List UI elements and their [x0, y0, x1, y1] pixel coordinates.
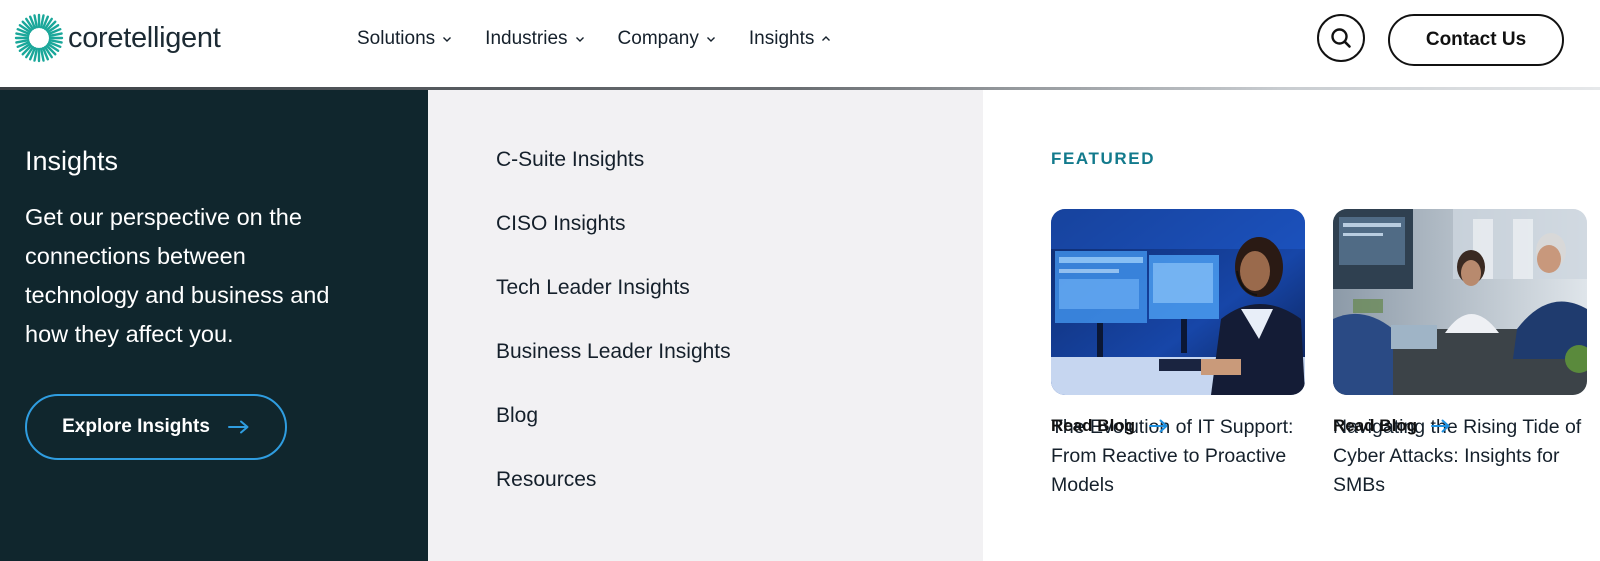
- nav-industries-label: Industries: [485, 28, 568, 49]
- featured-panel: FEATURED The Evolution of IT Support: Fr…: [983, 90, 1600, 561]
- brand-name: coretelligent: [68, 21, 221, 54]
- search-icon: [1331, 28, 1351, 48]
- read-blog-label-1: Read Blog: [1051, 416, 1136, 435]
- explore-insights-button[interactable]: Explore Insights: [25, 394, 287, 460]
- insights-intro-panel: Insights Get our perspective on the conn…: [0, 90, 428, 561]
- chevron-down-icon: [575, 37, 584, 42]
- insights-links-panel: C-Suite Insights CISO Insights Tech Lead…: [428, 90, 983, 561]
- menu-link-ciso-insights[interactable]: CISO Insights: [496, 209, 731, 273]
- featured-card-cyber-attacks: Navigating the Rising Tide of Cyber Atta…: [1333, 209, 1587, 500]
- nav-company-label: Company: [617, 28, 699, 49]
- intro-title: Insights: [25, 146, 119, 176]
- insights-links-list: C-Suite Insights CISO Insights Tech Lead…: [496, 145, 731, 529]
- chevron-down-icon: [706, 37, 715, 42]
- nav-insights[interactable]: Insights: [749, 24, 831, 54]
- arrow-right-icon: [1431, 419, 1450, 433]
- read-blog-link-1[interactable]: Read Blog: [1051, 416, 1169, 436]
- main-nav: Solutions Industries Company Insights: [357, 24, 864, 54]
- featured-card-it-support: The Evolution of IT Support: From Reacti…: [1051, 209, 1305, 500]
- intro-description: Get our perspective on the connections b…: [25, 204, 330, 347]
- brand-logo[interactable]: coretelligent: [14, 13, 221, 63]
- team-meeting-image: [1333, 209, 1587, 395]
- contact-us-button[interactable]: Contact Us: [1388, 14, 1564, 66]
- menu-link-tech-leader-insights[interactable]: Tech Leader Insights: [496, 273, 731, 337]
- read-blog-link-2[interactable]: Read Blog: [1333, 416, 1451, 436]
- chevron-up-icon: [822, 36, 831, 41]
- team-meeting-photo[interactable]: [1333, 209, 1587, 395]
- menu-link-resources[interactable]: Resources: [496, 465, 731, 529]
- menu-link-blog[interactable]: Blog: [496, 401, 731, 465]
- starburst-logo-icon: [14, 13, 64, 63]
- read-blog-label-2: Read Blog: [1333, 416, 1418, 435]
- arrow-right-icon: [227, 420, 249, 434]
- nav-insights-label: Insights: [748, 28, 815, 49]
- nav-solutions[interactable]: Solutions: [357, 24, 452, 54]
- menu-link-business-leader-insights[interactable]: Business Leader Insights: [496, 337, 731, 401]
- search-button[interactable]: [1317, 14, 1365, 62]
- nav-industries[interactable]: Industries: [485, 24, 584, 54]
- explore-insights-label: Explore Insights: [62, 416, 210, 437]
- support-agent-photo[interactable]: [1051, 209, 1305, 395]
- arrow-right-icon: [1149, 419, 1168, 433]
- support-agent-image: [1051, 209, 1305, 395]
- nav-company[interactable]: Company: [618, 24, 716, 54]
- site-header: coretelligent Solutions Industries Compa…: [0, 0, 1600, 87]
- menu-link-c-suite-insights[interactable]: C-Suite Insights: [496, 145, 731, 209]
- featured-label: FEATURED: [1051, 149, 1156, 168]
- nav-solutions-label: Solutions: [357, 28, 436, 49]
- chevron-down-icon: [443, 37, 452, 42]
